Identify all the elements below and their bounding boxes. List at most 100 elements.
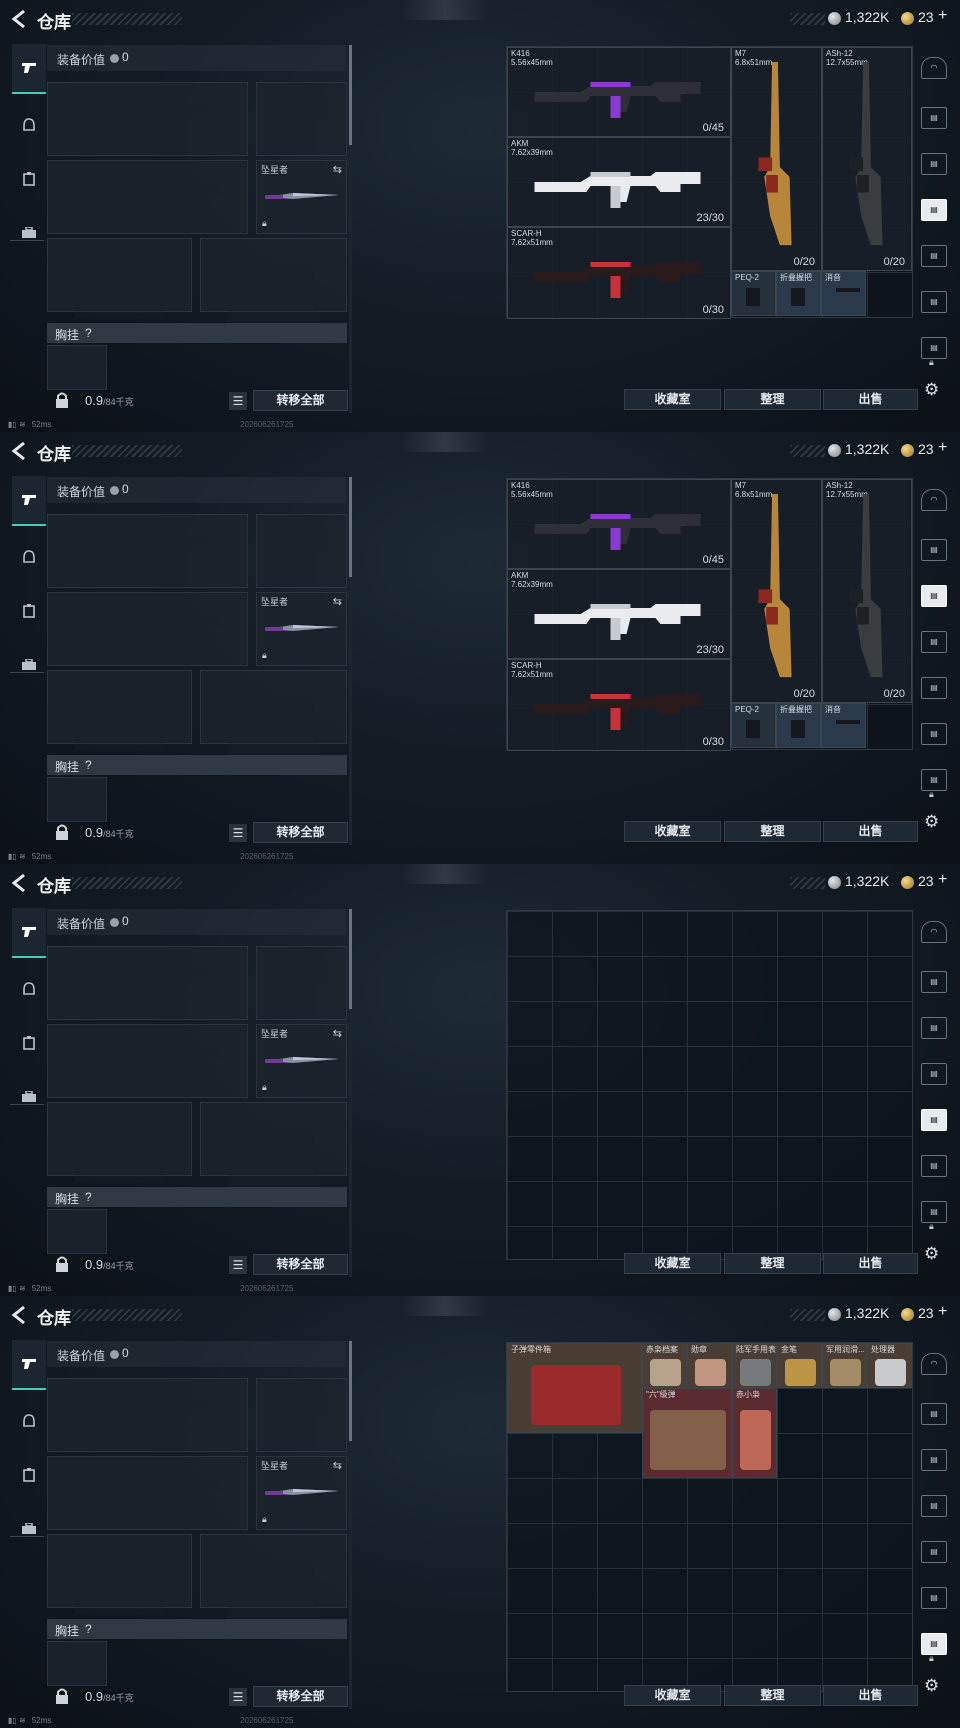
add-currency-button[interactable]: + [938, 7, 947, 25]
transfer-all-button[interactable]: 转移全部 [253, 822, 348, 843]
collectible-item[interactable]: 处理器 [867, 1343, 912, 1388]
scrollbar-thumb[interactable] [349, 477, 352, 577]
melee-slot[interactable]: 坠星者 ⇆ 🔒︎ [256, 160, 347, 234]
inventory-grid[interactable] [506, 910, 913, 1260]
sell-button[interactable]: 出售 [823, 389, 918, 410]
swap-icon[interactable]: ⇆ [333, 1459, 342, 1472]
attachment-item[interactable]: 消音 [821, 703, 866, 748]
rail-toolbox-tab[interactable] [12, 208, 46, 258]
back-arrow-icon[interactable] [10, 1305, 28, 1325]
storage-page-tab[interactable]: ▤ [921, 1495, 947, 1517]
list-icon[interactable]: ☰ [229, 1256, 247, 1274]
storage-page-tab[interactable]: ▤ [921, 1403, 947, 1425]
storage-page-tab[interactable]: ◠ [921, 489, 947, 511]
scrollbar-thumb[interactable] [349, 45, 352, 145]
sell-button[interactable]: 出售 [823, 1685, 918, 1706]
storage-page-tab[interactable]: ▤ [921, 723, 947, 745]
list-icon[interactable]: ☰ [229, 392, 247, 410]
transfer-all-button[interactable]: 转移全部 [253, 1686, 348, 1707]
storage-page-tab[interactable]: ▤ [921, 1201, 947, 1223]
secondary-weapon-slot[interactable] [47, 160, 248, 234]
sidearm-slot[interactable] [256, 514, 347, 588]
add-currency-button[interactable]: + [938, 439, 947, 457]
primary-weapon-slot[interactable] [47, 1378, 248, 1452]
add-currency-button[interactable]: + [938, 1303, 947, 1321]
storage-page-tab[interactable]: ▤ [921, 1541, 947, 1563]
helmet-slot[interactable] [47, 1102, 192, 1182]
collectible-item[interactable]: 军用润滑... [822, 1343, 867, 1388]
scrollbar-thumb[interactable] [349, 1341, 352, 1441]
swap-icon[interactable]: ⇆ [333, 163, 342, 176]
sell-button[interactable]: 出售 [823, 1253, 918, 1274]
storage-page-tab[interactable]: ▤ [921, 291, 947, 313]
armor-slot[interactable] [200, 670, 347, 771]
storage-page-tab[interactable]: ▤ [921, 199, 947, 221]
storage-page-tab[interactable]: ▤ [921, 585, 947, 607]
primary-weapon-slot[interactable] [47, 82, 248, 156]
back-arrow-icon[interactable] [10, 441, 28, 461]
storage-page-tab[interactable]: ◠ [921, 57, 947, 79]
rail-toolbox-tab[interactable] [12, 640, 46, 690]
collection-button[interactable]: 收藏室 [624, 1253, 721, 1274]
weapon-item[interactable]: M7 6.8x51mm 0/20 [731, 47, 822, 271]
collectible-item[interactable]: "六"级弹 [642, 1388, 732, 1478]
storage-page-tab[interactable]: ▤ [921, 1155, 947, 1177]
storage-page-tab[interactable]: ▤ [921, 971, 947, 993]
back-arrow-icon[interactable] [10, 873, 28, 893]
scrollbar-thumb[interactable] [349, 909, 352, 1009]
rail-toolbox-tab[interactable] [12, 1072, 46, 1122]
chest-rig-slot[interactable] [47, 345, 107, 390]
weapon-item[interactable]: SCAR-H 7.62x51mm 0/30 [507, 227, 731, 319]
secondary-weapon-slot[interactable] [47, 592, 248, 666]
chest-rig-slot[interactable] [47, 1209, 107, 1254]
sell-button[interactable]: 出售 [823, 821, 918, 842]
add-currency-button[interactable]: + [938, 871, 947, 889]
storage-page-tab[interactable]: ▤ [921, 107, 947, 129]
storage-page-tab[interactable]: ▤ [921, 153, 947, 175]
sidearm-slot[interactable] [256, 946, 347, 1020]
collection-button[interactable]: 收藏室 [624, 389, 721, 410]
inventory-grid[interactable]: K416 5.56x45mm 0/45 AKM 7.62x39mm 23/30 SC… [506, 478, 913, 751]
help-icon[interactable]: ? [85, 1622, 92, 1636]
storage-page-tab[interactable]: ▤ [921, 677, 947, 699]
attachment-item[interactable]: 消音 [821, 271, 866, 316]
collectible-item[interactable]: 金笔 [777, 1343, 822, 1388]
weapon-item[interactable]: AKM 7.62x39mm 23/30 [507, 569, 731, 659]
primary-weapon-slot[interactable] [47, 946, 248, 1020]
armor-slot[interactable] [200, 1102, 347, 1203]
rail-consumables-tab[interactable] [12, 154, 46, 204]
collectible-item[interactable]: 陆军手用表 [732, 1343, 777, 1388]
sort-button[interactable]: 整理 [724, 1685, 821, 1706]
inventory-grid[interactable]: K416 5.56x45mm 0/45 AKM 7.62x39mm 23/30 SC… [506, 46, 913, 319]
collection-button[interactable]: 收藏室 [624, 821, 721, 842]
attachment-item[interactable]: PEQ-2 [731, 703, 776, 748]
chest-rig-slot[interactable] [47, 1641, 107, 1686]
collection-button[interactable]: 收藏室 [624, 1685, 721, 1706]
rail-consumables-tab[interactable] [12, 1450, 46, 1500]
collectible-item[interactable]: 赤小枭 [732, 1388, 777, 1478]
rail-armor-tab[interactable] [12, 532, 46, 582]
weapon-item[interactable]: ASh-12 12.7x55mm 0/20 [822, 47, 912, 271]
melee-slot[interactable]: 坠星者 ⇆ 🔒︎ [256, 1456, 347, 1530]
weapon-item[interactable]: ASh-12 12.7x55mm 0/20 [822, 479, 912, 703]
weapon-item[interactable]: K416 5.56x45mm 0/45 [507, 47, 731, 137]
storage-page-tab[interactable]: ▤ [921, 1109, 947, 1131]
sort-button[interactable]: 整理 [724, 1253, 821, 1274]
help-icon[interactable]: ? [85, 326, 92, 340]
helmet-slot[interactable] [47, 670, 192, 750]
secondary-weapon-slot[interactable] [47, 1456, 248, 1530]
storage-page-tab[interactable]: ▤ [921, 539, 947, 561]
primary-weapon-slot[interactable] [47, 514, 248, 588]
armor-slot[interactable] [200, 1534, 347, 1635]
collectible-item[interactable]: 子弹零件箱 [507, 1343, 642, 1433]
transfer-all-button[interactable]: 转移全部 [253, 390, 348, 411]
melee-slot[interactable]: 坠星者 ⇆ 🔒︎ [256, 1024, 347, 1098]
storage-page-tab[interactable]: ▤ [921, 1633, 947, 1655]
secondary-weapon-slot[interactable] [47, 1024, 248, 1098]
melee-slot[interactable]: 坠星者 ⇆ 🔒︎ [256, 592, 347, 666]
help-icon[interactable]: ? [85, 1190, 92, 1204]
storage-page-tab[interactable]: ▤ [921, 631, 947, 653]
rail-weapons-tab[interactable] [12, 476, 46, 526]
sidearm-slot[interactable] [256, 82, 347, 156]
weapon-item[interactable]: AKM 7.62x39mm 23/30 [507, 137, 731, 227]
